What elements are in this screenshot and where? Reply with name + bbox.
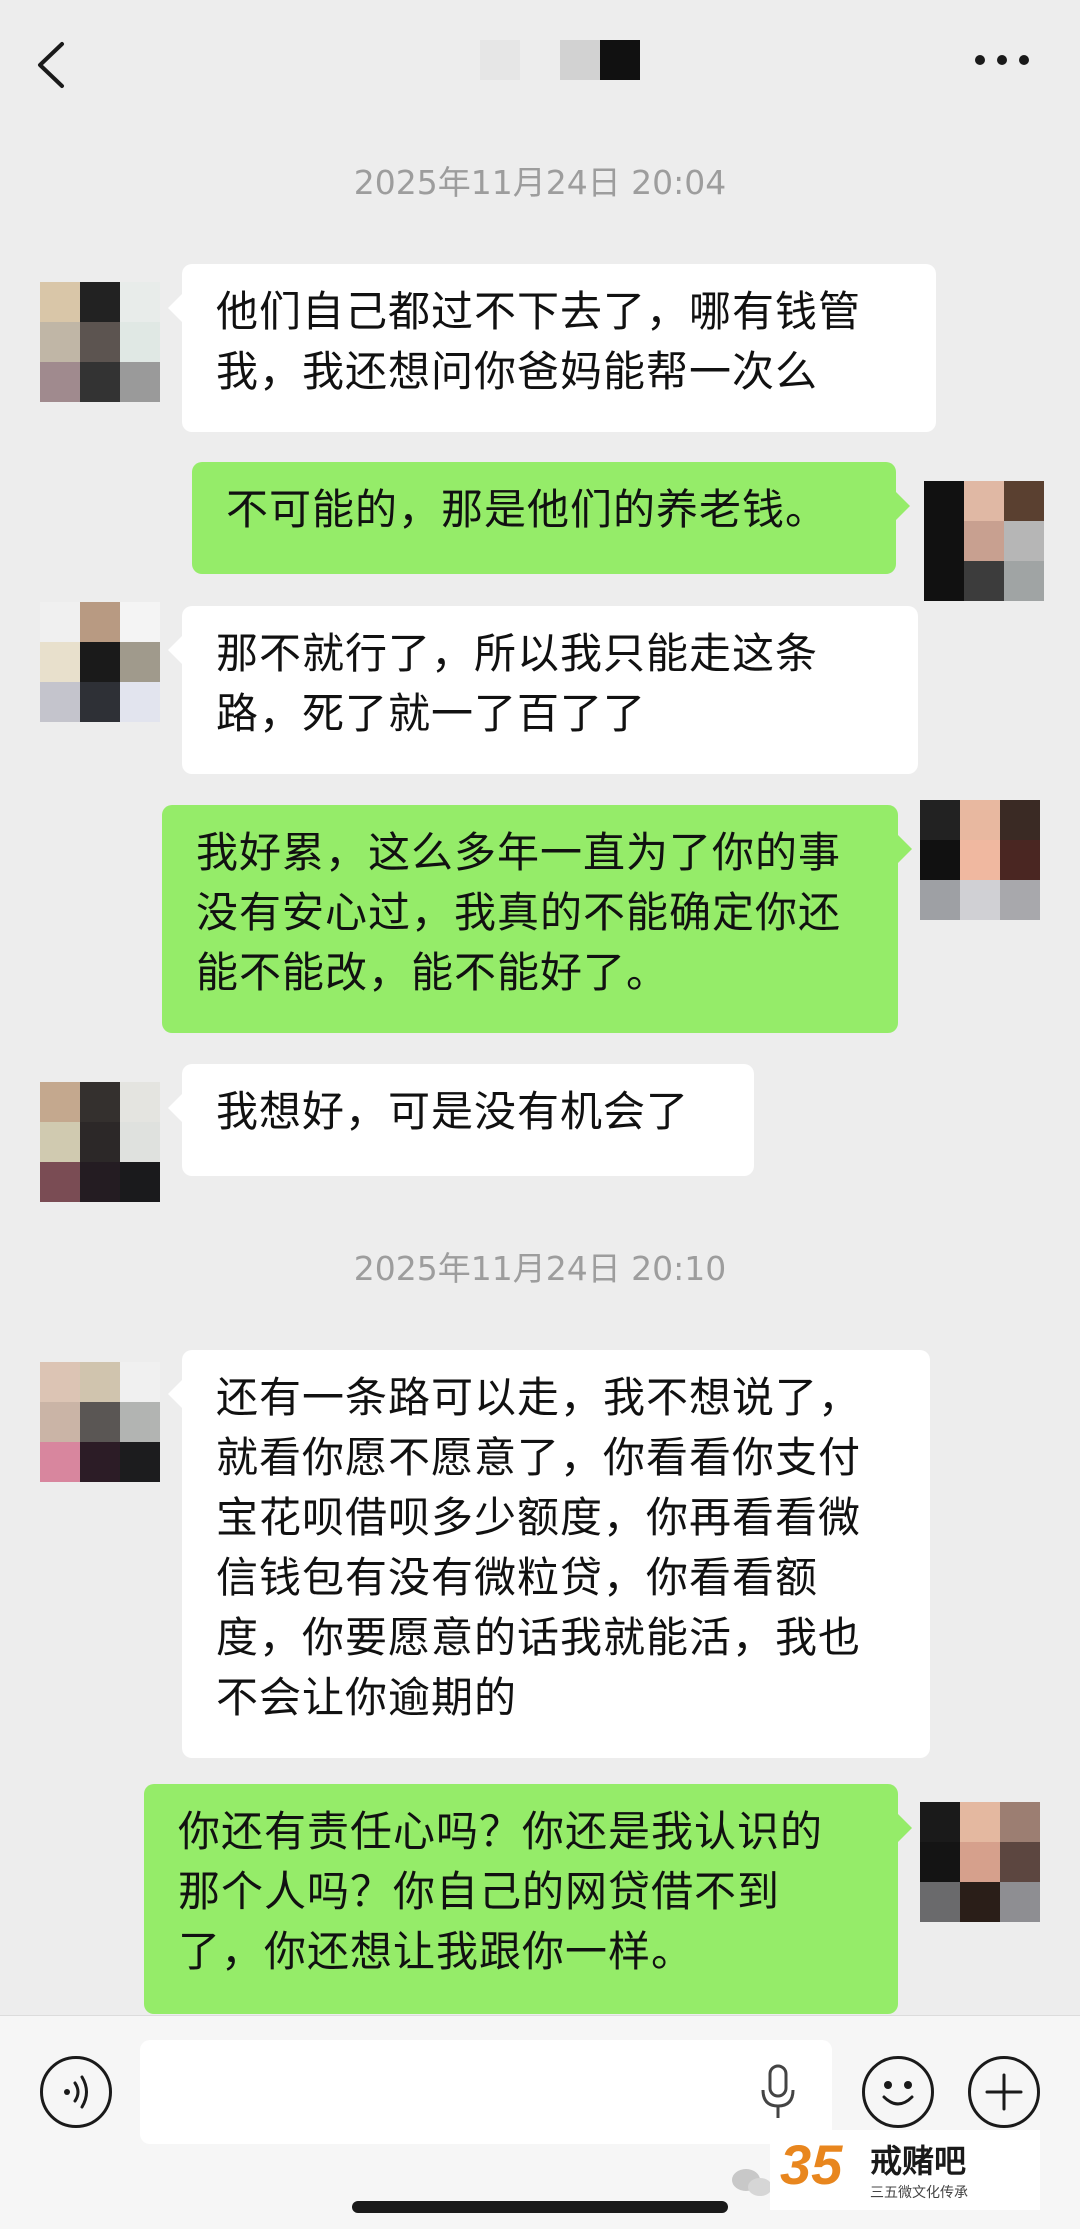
message-line: 我好累，这么多年一直为了你的事 — [196, 828, 842, 877]
smiley-icon — [882, 2081, 914, 2106]
message-line: 度，你要愿意的话我就能活，我也 — [216, 1613, 862, 1662]
contact-avatar[interactable] — [40, 282, 160, 402]
message-line: 路，死了就一了百了了 — [216, 689, 647, 738]
more-functions-button[interactable] — [968, 2056, 1040, 2128]
message-line: 就看你愿不愿意了，你看看你支付 — [216, 1433, 862, 1482]
watermark-logo: 35 戒赌吧 三五微文化传承 — [770, 2130, 1040, 2210]
message-input[interactable] — [140, 2040, 832, 2144]
message-timestamp: 2025年11月24日 20:10 — [353, 1249, 727, 1288]
plus-icon — [985, 2073, 1023, 2111]
message-line: 没有安心过，我真的不能确定你还 — [196, 888, 842, 937]
message-timestamp: 2025年11月24日 20:04 — [353, 163, 727, 202]
wechat-logo-icon — [732, 2169, 772, 2196]
contact-avatar[interactable] — [40, 602, 160, 722]
message-line: 我，我还想问你爸妈能帮一次么 — [216, 347, 819, 396]
contact-name-blurred — [480, 40, 640, 84]
ellipsis-icon — [975, 55, 1029, 65]
message-line: 不可能的，那是他们的养老钱。 — [226, 485, 829, 534]
watermark-slogan: 三五微文化传承 — [870, 2185, 968, 2201]
home-indicator[interactable] — [352, 2201, 728, 2213]
outgoing-message-bubble[interactable]: 你还有责任心吗？你还是我认识的 那个人吗？你自己的网贷借不到 了，你还想让我跟你… — [144, 1784, 912, 2014]
message-line: 那不就行了，所以我只能走这条 — [216, 629, 819, 678]
outgoing-message-bubble[interactable]: 不可能的，那是他们的养老钱。 — [192, 462, 910, 574]
incoming-message-bubble[interactable]: 那不就行了，所以我只能走这条 路，死了就一了百了了 — [168, 606, 918, 774]
message-line: 还有一条路可以走，我不想说了， — [216, 1373, 862, 1422]
message-line: 宝花呗借呗多少额度，你再看看微 — [216, 1493, 862, 1542]
watermark-brand: 戒赌吧 — [870, 2142, 967, 2180]
voice-wave-icon — [64, 2075, 88, 2109]
incoming-message-bubble[interactable]: 他们自己都过不下去了，哪有钱管 我，我还想问你爸妈能帮一次么 — [168, 264, 936, 432]
contact-avatar[interactable] — [40, 1362, 160, 1482]
message-line: 不会让你逾期的 — [216, 1673, 518, 1722]
outgoing-message-bubble[interactable]: 我好累，这么多年一直为了你的事 没有安心过，我真的不能确定你还 能不能改，能不能… — [162, 805, 912, 1033]
message-line: 我想好，可是没有机会了 — [216, 1087, 690, 1136]
watermark-number: 35 — [780, 2133, 843, 2196]
chevron-left-icon — [38, 42, 64, 88]
voice-toggle-button[interactable] — [40, 2056, 112, 2128]
voice-input-button[interactable] — [758, 2062, 798, 2122]
back-button[interactable] — [32, 40, 72, 90]
incoming-message-bubble[interactable]: 我想好，可是没有机会了 — [168, 1064, 754, 1176]
message-line: 那个人吗？你自己的网贷借不到 — [178, 1867, 781, 1916]
chat-header — [0, 0, 1080, 130]
my-avatar[interactable] — [920, 1802, 1040, 1922]
message-line: 能不能改，能不能好了。 — [196, 948, 670, 997]
message-line: 你还有责任心吗？你还是我认识的 — [178, 1807, 824, 1856]
my-avatar[interactable] — [924, 481, 1044, 601]
message-line: 了，你还想让我跟你一样。 — [178, 1927, 695, 1976]
more-options-button[interactable] — [972, 50, 1032, 70]
emoji-button[interactable] — [862, 2056, 934, 2128]
my-avatar[interactable] — [920, 800, 1040, 920]
message-line: 他们自己都过不下去了，哪有钱管 — [216, 287, 862, 336]
incoming-message-bubble[interactable]: 还有一条路可以走，我不想说了， 就看你愿不愿意了，你看看你支付 宝花呗借呗多少额… — [168, 1350, 930, 1758]
microphone-icon — [761, 2064, 795, 2118]
contact-avatar[interactable] — [40, 1082, 160, 1202]
message-line: 信钱包有没有微粒贷，你看看额 — [216, 1553, 819, 1602]
